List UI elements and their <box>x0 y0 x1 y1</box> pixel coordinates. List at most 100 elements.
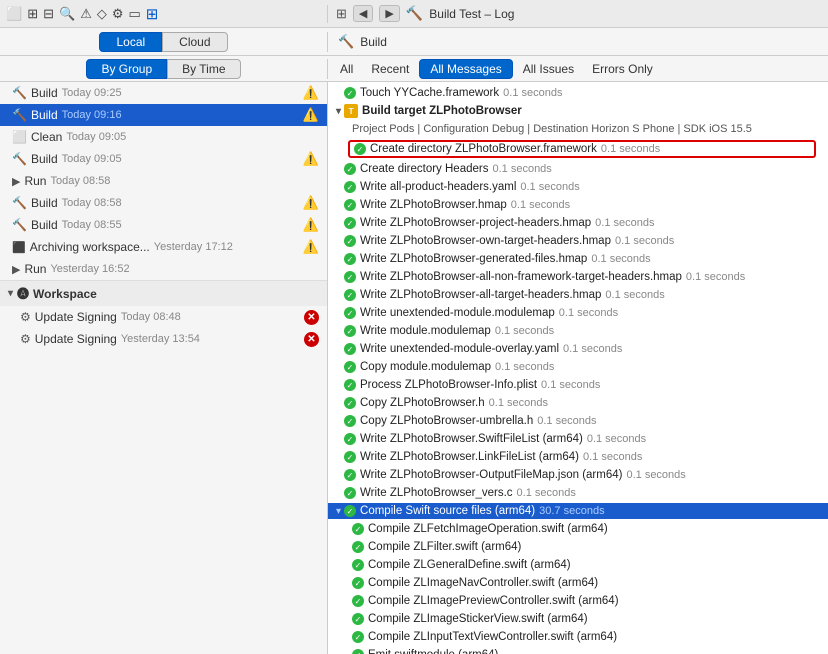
log-time: 0.1 seconds <box>601 143 660 155</box>
filter-recent[interactable]: Recent <box>363 60 417 78</box>
build-label: Build <box>360 35 387 49</box>
log-row: ✓ Write ZLPhotoBrowser-all-target-header… <box>328 286 828 304</box>
filter-all-messages[interactable]: All Messages <box>419 59 512 79</box>
log-time: 0.1 seconds <box>587 433 646 445</box>
log-time: 0.1 seconds <box>626 469 685 481</box>
build-icon: 🔨 <box>12 108 27 122</box>
item-name: Update Signing <box>35 310 117 324</box>
green-check-icon: ✓ <box>344 87 356 99</box>
item-time: Today 08:58 <box>62 197 122 209</box>
log-text: Write ZLPhotoBrowser-own-target-headers.… <box>360 235 611 247</box>
log-text: Copy ZLPhotoBrowser-umbrella.h <box>360 415 533 427</box>
filter-all-issues[interactable]: All Issues <box>515 60 582 78</box>
log-time: 0.1 seconds <box>563 343 622 355</box>
log-text: Compile ZLFetchImageOperation.swift (arm… <box>368 523 608 535</box>
window-icon: ⊞ <box>27 6 38 22</box>
item-time: Yesterday 16:52 <box>50 263 129 275</box>
item-time: Today 09:05 <box>66 131 126 143</box>
warning-badge: ⚠️ <box>303 151 319 167</box>
build-target-label: Build target ZLPhotoBrowser <box>362 105 522 117</box>
target-icon: T <box>344 104 358 118</box>
grid2-icon: ⊞ <box>336 6 347 22</box>
item-time: Today 08:58 <box>50 175 110 187</box>
list-item[interactable]: 🔨 Build Today 09:05 ⚠️ <box>0 148 327 170</box>
chevron-down-icon: ▾ <box>8 288 13 299</box>
archive-icon: ⬛ <box>12 241 26 254</box>
list-item[interactable]: ▶ Run Today 08:58 <box>0 170 327 192</box>
log-text: Write ZLPhotoBrowser-all-target-headers.… <box>360 289 601 301</box>
filter-all[interactable]: All <box>332 60 361 78</box>
workspace-section-header[interactable]: ▾ 🅐 Workspace <box>0 280 327 306</box>
green-check-icon: ✓ <box>344 487 356 499</box>
log-time: 0.1 seconds <box>511 199 570 211</box>
green-check-icon: ✓ <box>344 235 356 247</box>
log-row: ✓ Write all-product-headers.yaml 0.1 sec… <box>328 178 828 196</box>
log-time: 0.1 seconds <box>605 289 664 301</box>
green-check-icon: ✓ <box>352 577 364 589</box>
list-item[interactable]: ⬛ Archiving workspace... Yesterday 17:12… <box>0 236 327 258</box>
log-text: Compile ZLImageStickerView.swift (arm64) <box>368 613 588 625</box>
log-text: Emit swiftmodule (arm64) <box>368 649 498 654</box>
by-group-button[interactable]: By Group <box>86 59 167 79</box>
item-name: Build <box>31 86 58 100</box>
green-check-icon: ✓ <box>352 613 364 625</box>
warning-badge: ⚠️ <box>303 217 319 233</box>
log-time: 0.1 seconds <box>489 397 548 409</box>
list-item[interactable]: ⚙ Update Signing Yesterday 13:54 ✕ <box>0 328 327 350</box>
item-name: Archiving workspace... <box>30 240 150 254</box>
chevron-down-icon: ▾ <box>336 506 341 517</box>
log-row: ✓ Write module.modulemap 0.1 seconds <box>328 322 828 340</box>
log-time: 0.1 seconds <box>591 253 650 265</box>
log-row: ✓ Compile ZLGeneralDefine.swift (arm64) <box>328 556 828 574</box>
log-row: ✓ Write ZLPhotoBrowser_vers.c 0.1 second… <box>328 484 828 502</box>
log-row: ✓ Write unextended-module-overlay.yaml 0… <box>328 340 828 358</box>
error-badge: ✕ <box>304 332 319 347</box>
log-row: ✓ Emit swiftmodule (arm64) <box>328 646 828 654</box>
log-row: ✓ Compile ZLFilter.swift (arm64) <box>328 538 828 556</box>
compile-swift-row[interactable]: ▾ ✓ Compile Swift source files (arm64) 3… <box>328 503 828 519</box>
list-item[interactable]: ⚙ Update Signing Today 08:48 ✕ <box>0 306 327 328</box>
log-row: ✓ Write ZLPhotoBrowser.LinkFileList (arm… <box>328 448 828 466</box>
log-text: Write ZLPhotoBrowser-generated-files.hma… <box>360 253 587 265</box>
log-time: 0.1 seconds <box>615 235 674 247</box>
log-row: ✓ Compile ZLInputTextViewController.swif… <box>328 628 828 646</box>
local-button[interactable]: Local <box>99 32 162 52</box>
signing-icon: ⚙ <box>20 310 31 324</box>
item-time: Today 08:48 <box>121 311 181 323</box>
item-time: Today 08:55 <box>62 219 122 231</box>
list-item[interactable]: 🔨 Build Today 09:16 ⚠️ <box>0 104 327 126</box>
list-item[interactable]: 🔨 Build Today 09:25 ⚠️ <box>0 82 327 104</box>
item-name: Build <box>31 196 58 210</box>
list-item[interactable]: 🔨 Build Today 08:58 ⚠️ <box>0 192 327 214</box>
log-time: 0.1 seconds <box>686 271 745 283</box>
cloud-button[interactable]: Cloud <box>162 32 227 52</box>
item-name: Build <box>31 218 58 232</box>
list-item[interactable]: ▶ Run Yesterday 16:52 <box>0 258 327 280</box>
search-icon: 🔍 <box>59 6 75 22</box>
log-time: 0.1 seconds <box>503 87 562 99</box>
forward-button[interactable]: ▶ <box>379 5 399 22</box>
window-title: Build Test – Log <box>429 7 514 21</box>
item-name: Update Signing <box>35 332 117 346</box>
folder-icon: ⬜ <box>6 6 22 22</box>
log-time: 0.1 seconds <box>537 415 596 427</box>
log-text: Copy module.modulemap <box>360 361 491 373</box>
log-text: Write ZLPhotoBrowser-all-non-framework-t… <box>360 271 682 283</box>
list-item[interactable]: 🔨 Build Today 08:55 ⚠️ <box>0 214 327 236</box>
log-text: Write ZLPhotoBrowser_vers.c <box>360 487 513 499</box>
build-target-header[interactable]: ▾ T Build target ZLPhotoBrowser <box>328 102 828 120</box>
back-button[interactable]: ◀ <box>353 5 373 22</box>
filter-errors-only[interactable]: Errors Only <box>584 60 661 78</box>
by-time-button[interactable]: By Time <box>167 59 240 79</box>
list-item[interactable]: ⬜ Clean Today 09:05 <box>0 126 327 148</box>
log-row: ✓ Write ZLPhotoBrowser.hmap 0.1 seconds <box>328 196 828 214</box>
green-check-icon: ✓ <box>352 631 364 643</box>
item-time: Today 09:25 <box>62 87 122 99</box>
log-time: 0.1 seconds <box>595 217 654 229</box>
log-time: 0.1 seconds <box>541 379 600 391</box>
green-check-icon: ✓ <box>344 379 356 391</box>
item-name: Run <box>24 262 46 276</box>
item-time: Yesterday 17:12 <box>154 241 233 253</box>
warning-badge: ⚠️ <box>303 195 319 211</box>
build-hammer-icon: 🔨 <box>338 34 354 50</box>
